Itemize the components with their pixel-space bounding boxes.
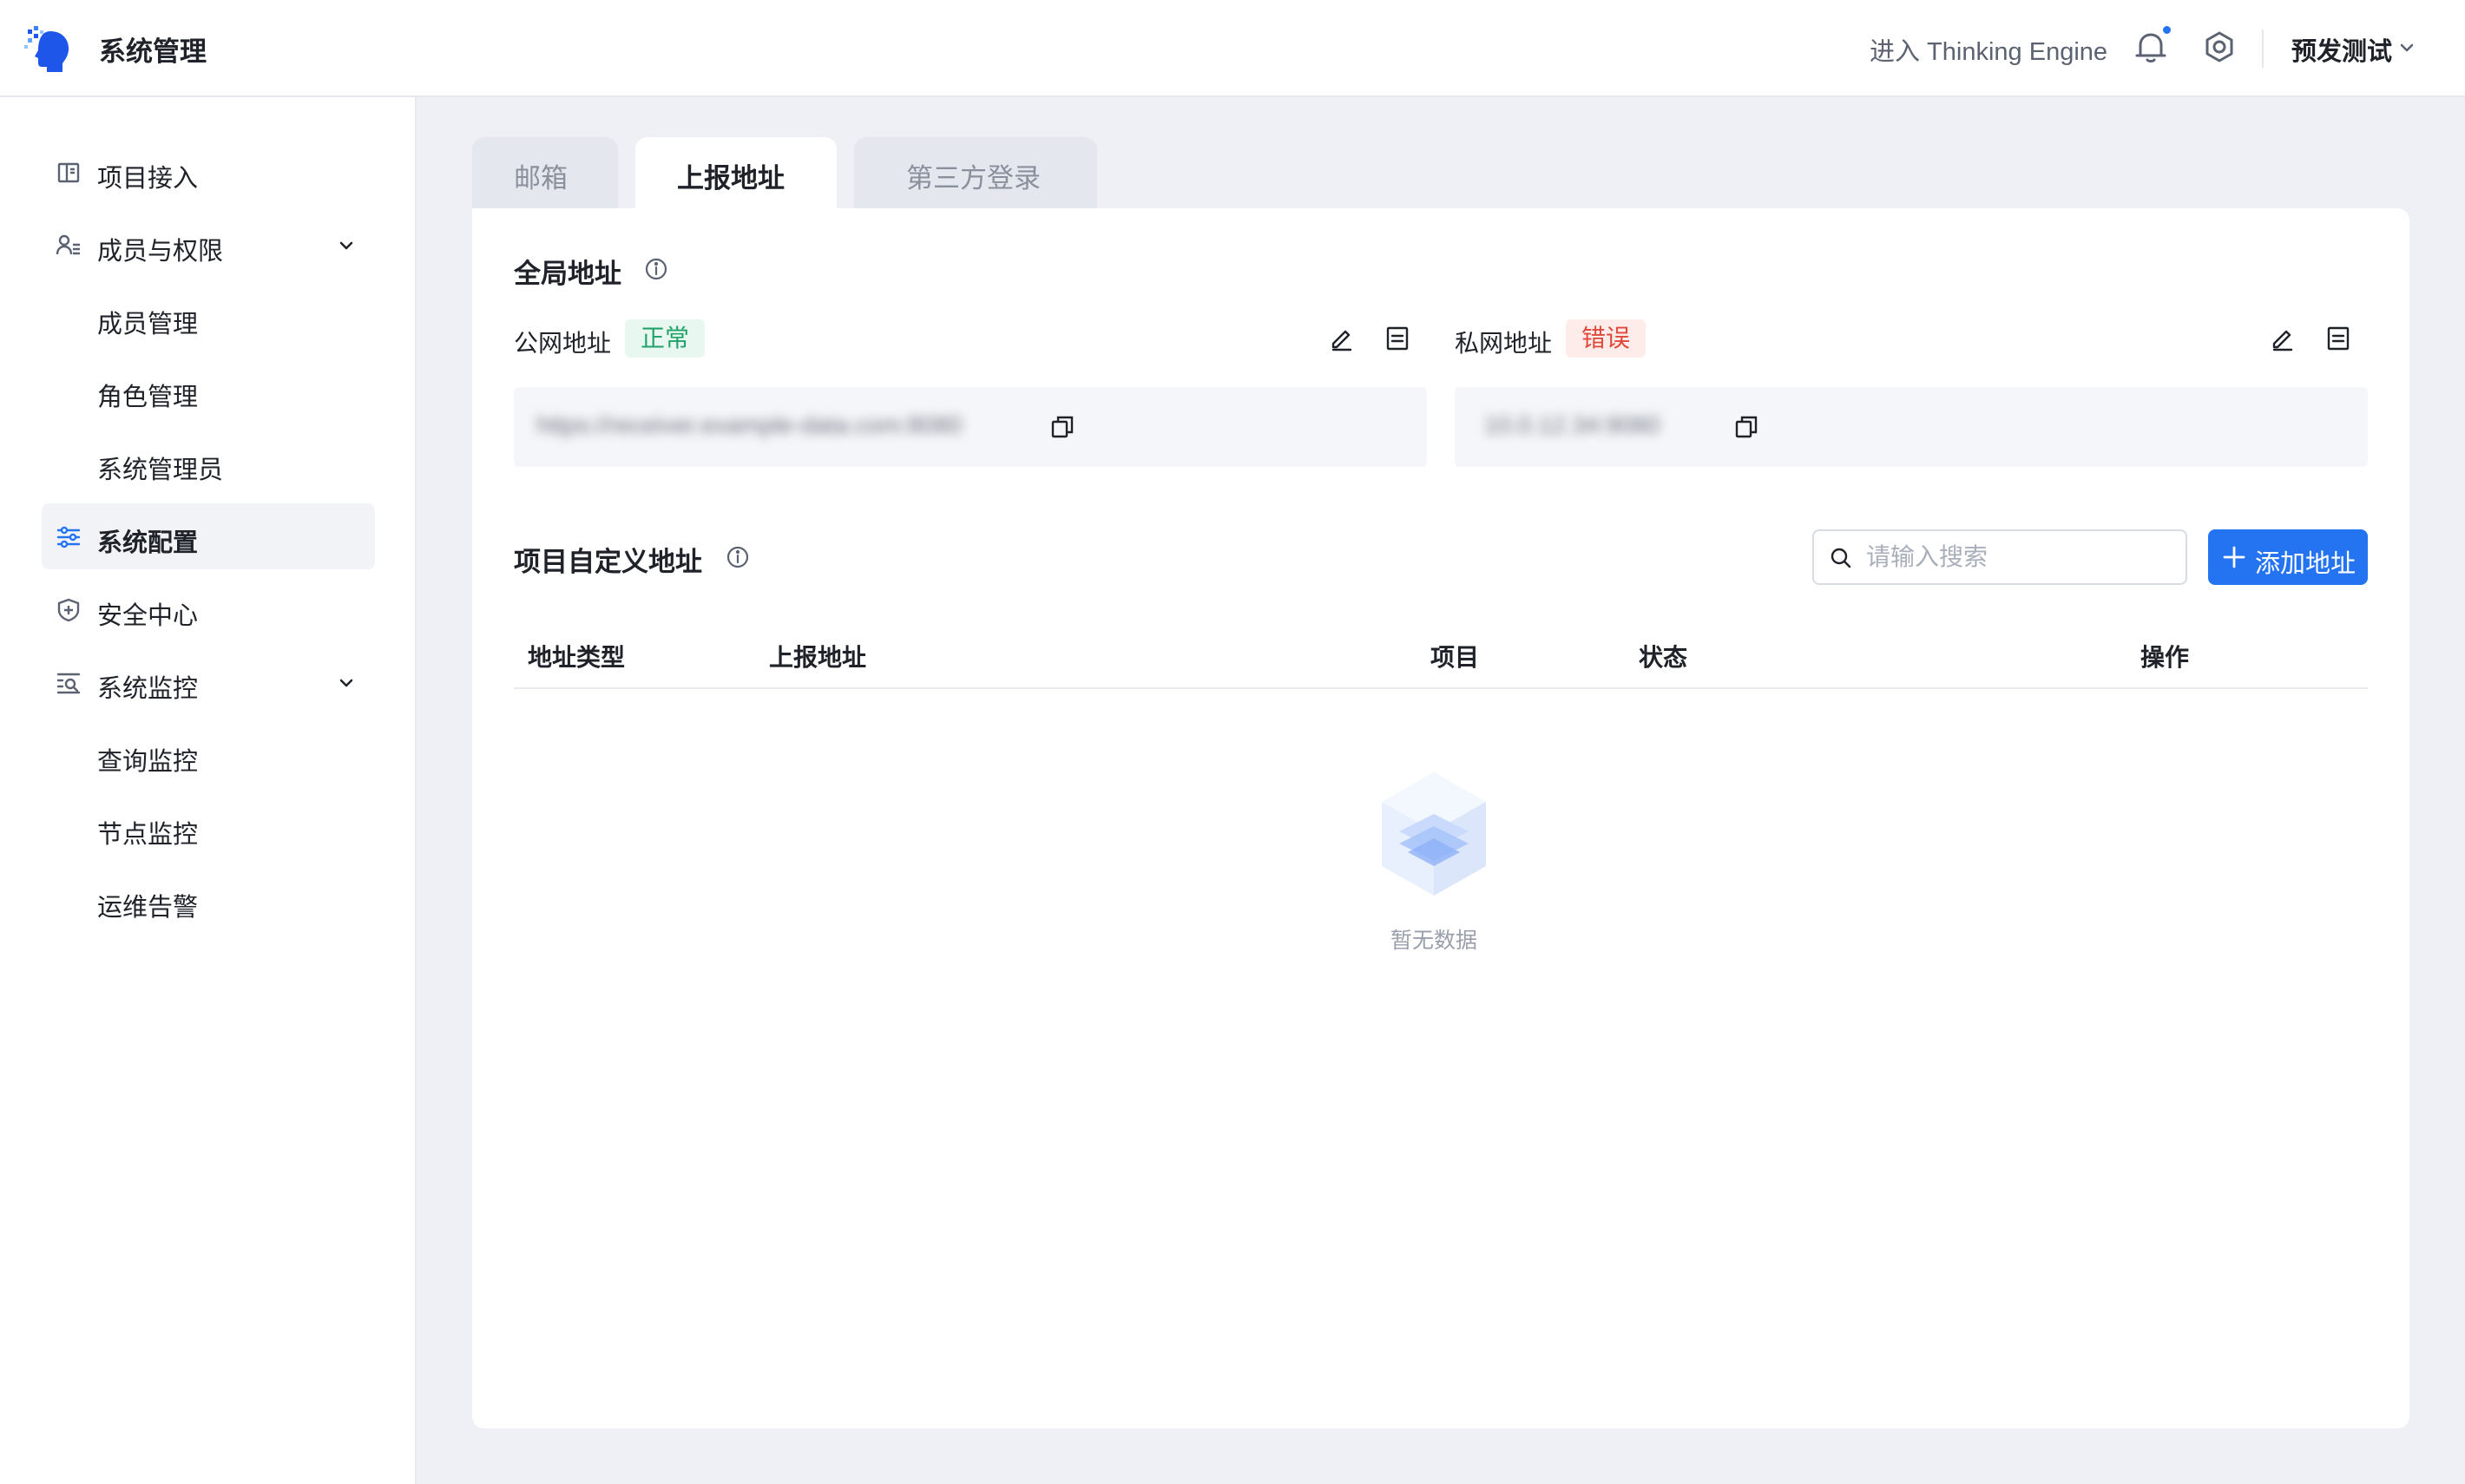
sidebar-item-members-permissions[interactable]: 成员与权限 <box>42 212 375 278</box>
sidebar-item-system-admin[interactable]: 系统管理员 <box>42 430 375 496</box>
private-address-box: 10.0.12.34:9080 <box>1455 387 2368 467</box>
chevron-down-icon <box>339 679 353 687</box>
sidebar: 项目接入 成员与权限 成员管理 角色管理 系统管理员 系统配置 安全中心 系统监… <box>0 97 417 1484</box>
tab-label: 邮箱 <box>514 163 568 194</box>
sidebar-item-label: 系统配置 <box>97 529 199 557</box>
search-icon <box>1831 548 1851 568</box>
sidebar-item-ops-alert[interactable]: 运维告警 <box>42 868 375 934</box>
sidebar-item-security-center[interactable]: 安全中心 <box>42 576 375 642</box>
public-address-value: https://receiver.example-data.com:8080 <box>536 411 963 438</box>
tab-report-address[interactable]: 上报地址 <box>635 137 837 208</box>
header-divider <box>2262 30 2264 68</box>
column-header: 状态 <box>1639 644 1688 671</box>
document-icon[interactable] <box>1384 325 1411 352</box>
private-address-value: 10.0.12.34:9080 <box>1484 411 1660 438</box>
sidebar-item-label: 角色管理 <box>97 384 199 411</box>
status-badge: 错误 <box>1566 319 1647 358</box>
tab-label: 第三方登录 <box>906 163 1041 194</box>
status-badge: 正常 <box>625 319 706 358</box>
sidebar-item-query-monitor[interactable]: 查询监控 <box>42 722 375 788</box>
enter-thinking-engine-link[interactable]: 进入 Thinking Engine <box>1870 31 2107 68</box>
table-header: 地址类型 上报地址 项目 状态 操作 <box>514 620 2368 689</box>
public-address-label: 公网地址 <box>514 330 612 357</box>
sliders-icon <box>56 526 81 548</box>
sidebar-item-system-monitor[interactable]: 系统监控 <box>42 649 375 715</box>
column-header: 操作 <box>2140 644 2190 671</box>
environment-selector[interactable]: 预发测试 <box>2291 31 2392 68</box>
add-address-label: 添加地址 <box>2255 550 2357 578</box>
tab-third-party-login[interactable]: 第三方登录 <box>854 137 1097 208</box>
tab-label: 上报地址 <box>677 163 785 194</box>
sidebar-item-system-config[interactable]: 系统配置 <box>42 503 375 569</box>
tab-mailbox[interactable]: 邮箱 <box>472 137 618 208</box>
search-input[interactable] <box>1866 538 2179 576</box>
sidebar-item-label: 系统管理员 <box>97 456 224 484</box>
document-icon[interactable] <box>2324 325 2352 352</box>
monitor-search-icon <box>56 673 81 694</box>
app-title: 系统管理 <box>99 36 207 67</box>
project-address-title: 项目自定义地址 <box>514 547 702 577</box>
global-address-title: 全局地址 <box>514 259 621 289</box>
sidebar-item-project-access[interactable]: 项目接入 <box>42 139 375 205</box>
chevron-down-icon[interactable] <box>2397 38 2416 57</box>
plus-icon <box>2223 546 2245 568</box>
sidebar-item-label: 运维告警 <box>97 894 199 922</box>
sidebar-item-label: 安全中心 <box>97 602 199 630</box>
column-header: 上报地址 <box>769 644 867 671</box>
sidebar-item-label: 成员管理 <box>97 311 199 338</box>
edit-icon[interactable] <box>1328 325 1356 352</box>
empty-box-icon <box>1382 772 1486 896</box>
notification-dot <box>2161 24 2172 36</box>
config-card: 全局地址 公网地址 正常 https://receiver.example-da… <box>472 208 2409 1428</box>
sidebar-item-label: 成员与权限 <box>97 238 224 266</box>
search-input-wrapper[interactable] <box>1812 529 2187 585</box>
users-icon <box>56 234 80 255</box>
tab-bar: 邮箱 第三方登录 上报地址 <box>472 137 1514 208</box>
private-address-label: 私网地址 <box>1455 330 1553 357</box>
sidebar-item-label: 系统监控 <box>97 675 199 703</box>
add-address-button[interactable]: 添加地址 <box>2208 529 2368 585</box>
info-icon[interactable] <box>644 257 668 281</box>
copy-icon[interactable] <box>1732 413 1760 441</box>
sidebar-item-label: 查询监控 <box>97 748 199 776</box>
sidebar-item-node-monitor[interactable]: 节点监控 <box>42 795 375 861</box>
book-icon <box>57 162 80 183</box>
top-header: 系统管理 进入 Thinking Engine 预发测试 <box>0 0 2465 97</box>
column-header: 地址类型 <box>528 644 626 671</box>
shield-icon <box>57 598 80 622</box>
info-icon[interactable] <box>726 545 750 569</box>
public-address-box: https://receiver.example-data.com:8080 <box>514 387 1427 467</box>
sidebar-item-label: 项目接入 <box>97 165 199 193</box>
head-logo-icon[interactable] <box>24 23 76 75</box>
column-header: 项目 <box>1430 644 1480 671</box>
gear-icon[interactable] <box>2199 28 2239 68</box>
sidebar-item-member-management[interactable]: 成员管理 <box>42 285 375 351</box>
sidebar-item-label: 节点监控 <box>97 821 199 849</box>
empty-text: 暂无数据 <box>1390 929 1477 953</box>
sidebar-item-role-management[interactable]: 角色管理 <box>42 358 375 424</box>
chevron-down-icon <box>339 241 353 250</box>
edit-icon[interactable] <box>2269 325 2297 352</box>
copy-icon[interactable] <box>1048 413 1076 441</box>
